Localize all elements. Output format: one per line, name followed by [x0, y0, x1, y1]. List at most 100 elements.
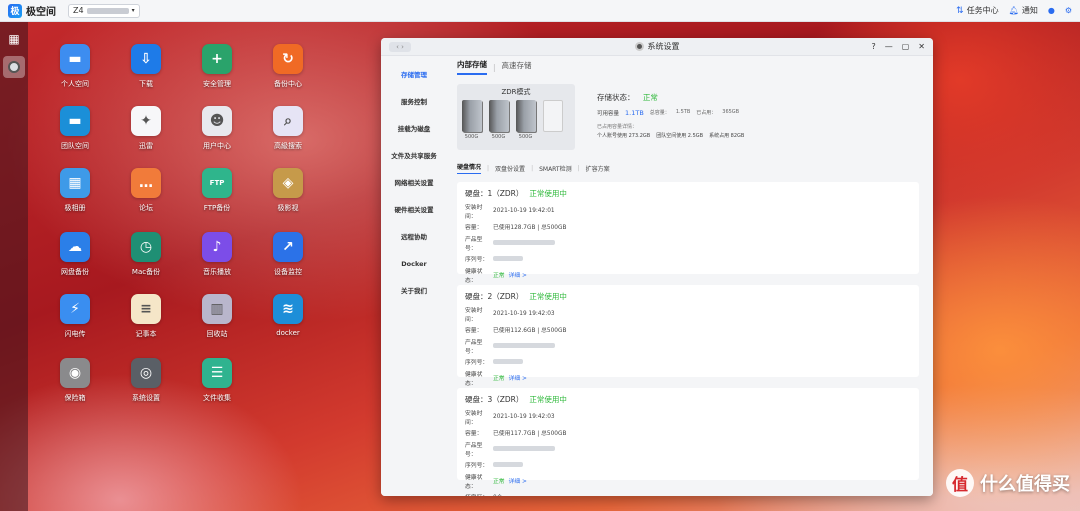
apps-grid-button[interactable]: ▦	[3, 28, 25, 50]
app-label: docker	[276, 329, 300, 337]
desktop-app-22[interactable]: ◎ 系统设置	[116, 358, 176, 403]
health-detail-link[interactable]: 详细 >	[509, 270, 527, 279]
minimize-icon[interactable]: —	[885, 42, 893, 51]
desktop-app-16[interactable]: ↗ 设备监控	[258, 232, 318, 277]
task-center-button[interactable]: ⇅ 任务中心	[956, 5, 999, 16]
app-label: 设备监控	[274, 268, 302, 276]
subtab-expansion[interactable]: 扩容方案	[586, 164, 610, 173]
model-row: 产品型号：	[465, 234, 911, 252]
notepad-icon: ≡	[131, 294, 161, 324]
app-label: 迅雷	[139, 142, 153, 150]
disk-title: 硬盘：3（ZDR） 正常使用中	[465, 394, 911, 405]
capacity-line: 可用容量 1.1TB 总容量： 1.5TB 已占用： 365GB	[597, 109, 744, 117]
desktop-app-8[interactable]: ⌕ 高級搜索	[258, 106, 318, 151]
settings-button[interactable]: ⚙	[1065, 6, 1072, 15]
health-label: 健康状态：	[465, 474, 483, 490]
sidebar-item-storage[interactable]: 存储管理	[381, 62, 447, 89]
desktop-app-4[interactable]: ↻ 备份中心	[258, 44, 318, 89]
task-icon: ⇅	[956, 5, 964, 16]
sidebar-item-remote-assist[interactable]: 远程协助	[381, 224, 447, 251]
capacity-row: 容量： 已使用112.6GB | 总500GB	[465, 325, 911, 334]
capacity-value: 已使用128.7GB | 总500GB	[493, 225, 567, 231]
health-row: 健康状态： 正常 详细 >	[465, 472, 911, 490]
desktop-app-21[interactable]: ◉ 保险箱	[45, 358, 105, 403]
desktop-app-19[interactable]: ▥ 回收站	[187, 294, 247, 339]
window-title-text: 系统设置	[647, 42, 680, 51]
model-row: 产品型号：	[465, 440, 911, 458]
help-icon[interactable]: ?	[871, 42, 875, 51]
trash-icon: ▥	[202, 294, 232, 324]
desktop-app-9[interactable]: ▦ 极相册	[45, 168, 105, 213]
app-label: 记事本	[135, 330, 157, 338]
app-label: 极相册	[64, 204, 86, 212]
desktop-app-11[interactable]: FTP FTP备份	[187, 168, 247, 213]
model-label: 产品型号：	[465, 442, 483, 458]
capacity-value: 已使用117.7GB | 总500GB	[493, 431, 567, 437]
subtab-smart-check[interactable]: SMART检测	[539, 164, 572, 173]
sidebar-item-docker[interactable]: Docker	[381, 251, 447, 278]
team-folder-icon: ▬	[60, 106, 90, 136]
model-label: 产品型号：	[465, 339, 483, 355]
desktop-app-6[interactable]: ✦ 迅雷	[116, 106, 176, 151]
install-time-row: 安装时间： 2021-10-19 19:42:03	[465, 305, 911, 323]
lightning-transfer-icon: ⚡	[60, 294, 90, 324]
sidebar-item-mount-disk[interactable]: 挂载为磁盘	[381, 116, 447, 143]
sidebar-item-network[interactable]: 网络相关设置	[381, 170, 447, 197]
user-button[interactable]: ●	[1048, 6, 1055, 15]
health-detail-link[interactable]: 详细 >	[509, 373, 527, 382]
dock-settings-button[interactable]	[3, 56, 25, 78]
desktop-app-12[interactable]: ◈ 极影视	[258, 168, 318, 213]
forum-icon: …	[131, 168, 161, 198]
model-label: 产品型号：	[465, 236, 483, 252]
window-title: 系统设置	[381, 41, 933, 52]
desktop-app-3[interactable]: + 安全管理	[187, 44, 247, 89]
hdd-slot-2: 500G	[488, 100, 509, 140]
app-label: 个人空间	[61, 80, 89, 88]
gear-icon: ⚙	[1064, 6, 1072, 15]
desktop-app-2[interactable]: ⇩ 下载	[116, 44, 176, 89]
serial-mask	[493, 256, 523, 261]
disk-status: 正常使用中	[529, 292, 567, 301]
desktop-app-14[interactable]: ◷ Mac备份	[116, 232, 176, 277]
sidebar-item-about[interactable]: 关于我们	[381, 278, 447, 305]
health-detail-link[interactable]: 详细 >	[509, 476, 527, 485]
desktop-app-5[interactable]: ▬ 团队空间	[45, 106, 105, 151]
subtab-disk-status[interactable]: 硬盘情况	[457, 162, 482, 174]
app-label: 安全管理	[203, 80, 231, 88]
tab-internal-storage[interactable]: 内部存储	[457, 59, 487, 75]
tab-high-speed-storage[interactable]: 高速存储	[502, 60, 532, 74]
desktop-app-10[interactable]: … 论坛	[116, 168, 176, 213]
desktop-app-20[interactable]: ≋ docker	[258, 294, 318, 337]
storage-main-panel: 内部存储 | 高速存储 ZDR模式 500G 500G 500G 存储状态： 正…	[447, 56, 933, 496]
app-label: 团队空间	[61, 142, 89, 150]
desktop-app-17[interactable]: ⚡ 闪电传	[45, 294, 105, 339]
notification-button[interactable]: 🔔︎ 通知	[1009, 5, 1038, 16]
desktop-app-23[interactable]: ☰ 文件收集	[187, 358, 247, 403]
window-titlebar[interactable]: ‹ › 系统设置 ? — ▢ ✕	[381, 38, 933, 56]
available-capacity-label: 可用容量	[597, 111, 620, 117]
storage-tabs: 内部存储 | 高速存储	[457, 56, 919, 78]
sidebar-item-service-control[interactable]: 服务控制	[381, 89, 447, 116]
folder-icon: ▬	[60, 44, 90, 74]
hdd-icon	[488, 100, 509, 132]
desktop-app-1[interactable]: ▬ 个人空间	[45, 44, 105, 89]
maximize-icon[interactable]: ▢	[902, 42, 910, 51]
bad-sectors-value: 0个	[493, 492, 503, 496]
close-icon[interactable]: ✕	[918, 42, 925, 51]
subtab-dual-backup[interactable]: 双盘份设置	[495, 164, 525, 173]
desktop-app-18[interactable]: ≡ 记事本	[116, 294, 176, 339]
used-detail-title: 已占用容量详情：	[597, 124, 638, 130]
disk-name: 硬盘：1（ZDR）	[465, 189, 524, 198]
install-time-row: 安装时间： 2021-10-19 19:42:03	[465, 408, 911, 426]
sidebar-item-file-sharing[interactable]: 文件及共享服务	[381, 143, 447, 170]
desktop-app-15[interactable]: ♪ 音乐播放	[187, 232, 247, 277]
model-mask	[493, 446, 555, 451]
desktop-app-13[interactable]: ☁ 网盘备份	[45, 232, 105, 277]
used-team: 团队空间使用 2.5GB	[656, 133, 704, 139]
hdd-icon	[515, 100, 536, 132]
sidebar-item-hardware[interactable]: 硬件相关设置	[381, 197, 447, 224]
desktop-app-7[interactable]: ☻ 用户中心	[187, 106, 247, 151]
device-selector[interactable]: Z4 ▾	[68, 3, 140, 18]
app-label: 音乐播放	[203, 268, 231, 276]
back-forward-button[interactable]: ‹ ›	[389, 41, 411, 52]
